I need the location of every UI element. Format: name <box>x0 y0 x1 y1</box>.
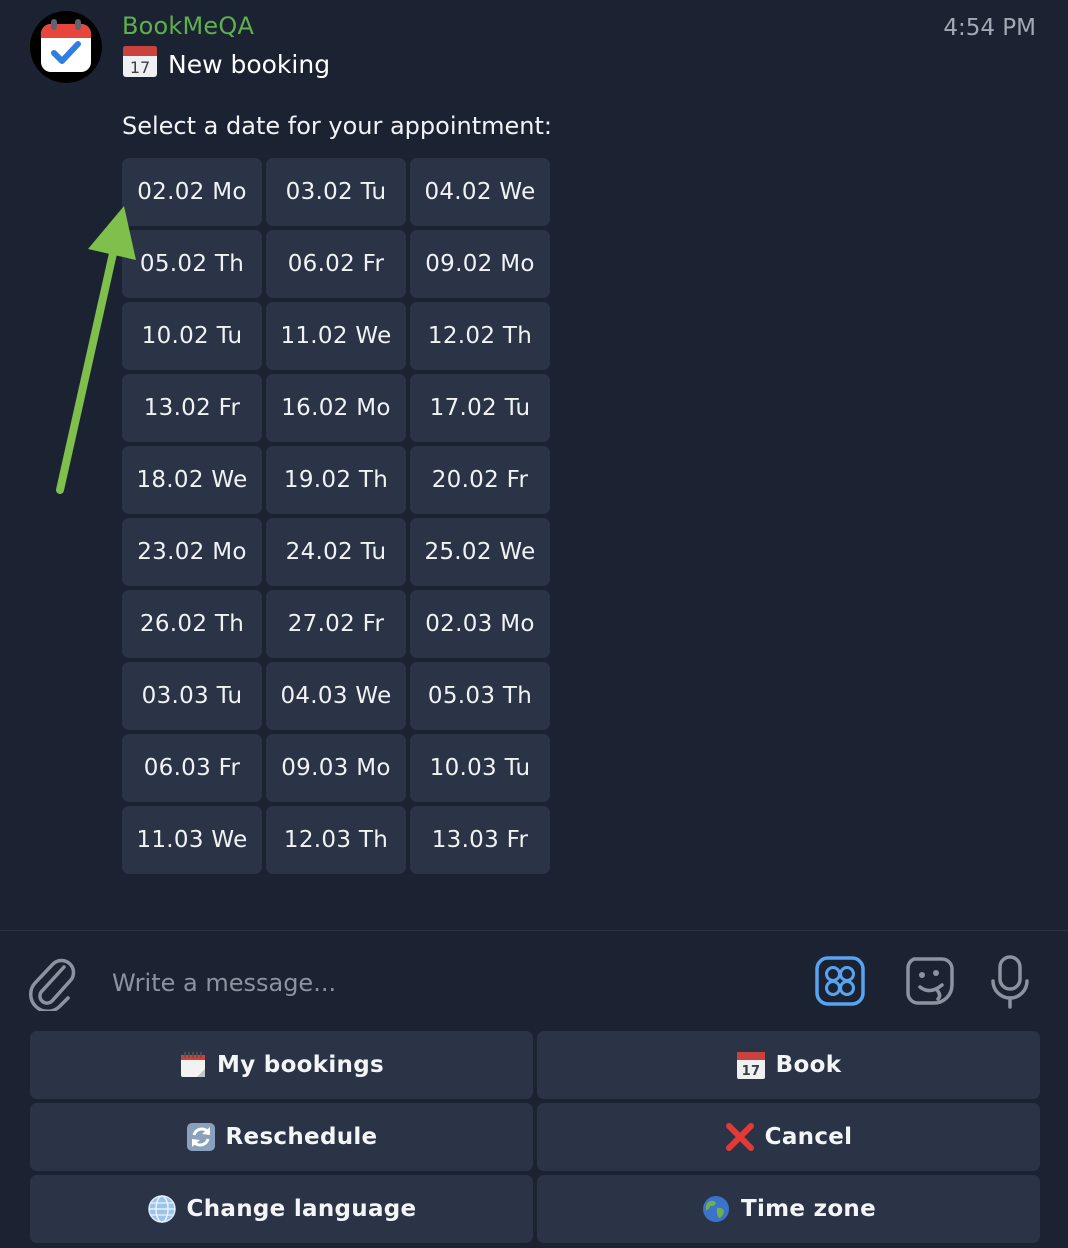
date-button[interactable]: 06.03 Fr <box>122 734 262 802</box>
date-button[interactable]: 23.02 Mo <box>122 518 262 586</box>
date-button[interactable]: 09.03 Mo <box>266 734 406 802</box>
date-button-grid: 02.02 Mo 03.02 Tu 04.02 We 05.02 Th 06.02 Fr… <box>122 158 550 874</box>
date-button[interactable]: 10.02 Tu <box>122 302 262 370</box>
date-button[interactable]: 10.03 Tu <box>410 734 550 802</box>
calendar-icon: 17 <box>736 1050 766 1080</box>
svg-text:17: 17 <box>741 1064 760 1079</box>
sender-name[interactable]: BookMeQA <box>122 12 254 40</box>
calendar-check-icon <box>41 19 91 72</box>
date-button[interactable]: 26.02 Th <box>122 590 262 658</box>
earth-icon <box>701 1194 731 1224</box>
bot-commands-icon[interactable] <box>814 955 866 1007</box>
date-button[interactable]: 06.02 Fr <box>266 230 406 298</box>
date-button[interactable]: 04.02 We <box>410 158 550 226</box>
date-button[interactable]: 13.03 Fr <box>410 806 550 874</box>
date-button[interactable]: 19.02 Th <box>266 446 406 514</box>
message-composer: My bookings 17 Book <box>0 930 1068 1248</box>
change-language-label: Change language <box>186 1196 417 1222</box>
globe-icon <box>147 1194 177 1224</box>
date-button[interactable]: 03.03 Tu <box>122 662 262 730</box>
reschedule-button[interactable]: Reschedule <box>30 1103 533 1171</box>
microphone-icon[interactable] <box>988 953 1032 1011</box>
date-button[interactable]: 12.03 Th <box>266 806 406 874</box>
book-button[interactable]: 17 Book <box>537 1031 1040 1099</box>
reply-keyboard: My bookings 17 Book Reschedule Cancel Ch… <box>30 1031 1040 1243</box>
date-button[interactable]: 24.02 Tu <box>266 518 406 586</box>
date-button[interactable]: 09.02 Mo <box>410 230 550 298</box>
cancel-button[interactable]: Cancel <box>537 1103 1040 1171</box>
change-language-button[interactable]: Change language <box>30 1175 533 1243</box>
spiral-calendar-icon <box>179 1051 207 1079</box>
date-button[interactable]: 02.03 Mo <box>410 590 550 658</box>
date-button[interactable]: 27.02 Fr <box>266 590 406 658</box>
message-time: 4:54 PM <box>943 15 1036 41</box>
date-button[interactable]: 11.03 We <box>122 806 262 874</box>
message-input[interactable] <box>110 965 754 1001</box>
date-button[interactable]: 18.02 We <box>122 446 262 514</box>
bot-avatar[interactable] <box>30 11 102 83</box>
sticker-icon[interactable] <box>902 953 958 1009</box>
paperclip-icon[interactable] <box>26 953 76 1011</box>
svg-text:17: 17 <box>130 58 150 77</box>
date-button[interactable]: 03.02 Tu <box>266 158 406 226</box>
date-button[interactable]: 17.02 Tu <box>410 374 550 442</box>
date-button[interactable]: 05.02 Th <box>122 230 262 298</box>
cancel-label: Cancel <box>764 1124 853 1150</box>
message-title-text: New booking <box>168 49 331 79</box>
date-button[interactable]: 11.02 We <box>266 302 406 370</box>
date-button[interactable]: 25.02 We <box>410 518 550 586</box>
date-button[interactable]: 12.02 Th <box>410 302 550 370</box>
reschedule-label: Reschedule <box>225 1124 378 1150</box>
date-button[interactable]: 04.03 We <box>266 662 406 730</box>
cross-mark-icon <box>725 1122 755 1152</box>
time-zone-button[interactable]: Time zone <box>537 1175 1040 1243</box>
message-title: 17 New booking <box>122 46 330 82</box>
date-button[interactable]: 20.02 Fr <box>410 446 550 514</box>
my-bookings-label: My bookings <box>217 1052 384 1078</box>
date-prompt: Select a date for your appointment: <box>122 112 552 140</box>
date-button[interactable]: 13.02 Fr <box>122 374 262 442</box>
date-button[interactable]: 02.02 Mo <box>122 158 262 226</box>
time-zone-label: Time zone <box>740 1196 876 1222</box>
my-bookings-button[interactable]: My bookings <box>30 1031 533 1099</box>
book-label: Book <box>775 1052 842 1078</box>
calendar-icon: 17 <box>122 44 158 84</box>
date-button[interactable]: 16.02 Mo <box>266 374 406 442</box>
arrows-refresh-icon <box>186 1122 216 1152</box>
chat-screen: BookMeQA 4:54 PM 17 New booking Select a… <box>0 0 1068 1248</box>
date-button[interactable]: 05.03 Th <box>410 662 550 730</box>
